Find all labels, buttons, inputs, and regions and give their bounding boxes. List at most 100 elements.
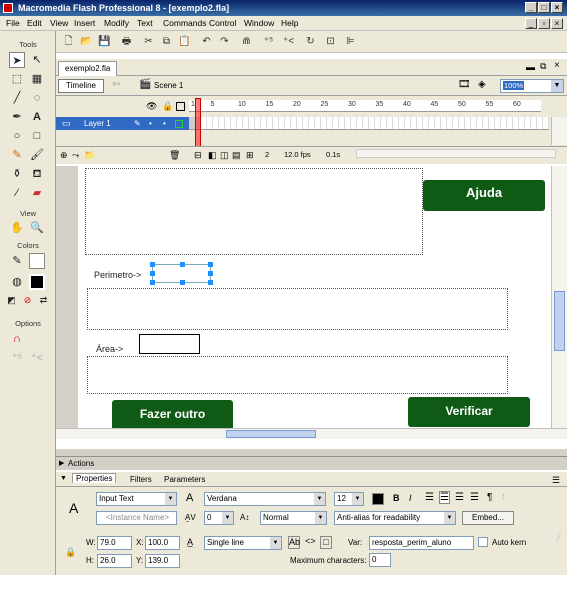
actions-label[interactable]: Actions	[68, 459, 94, 468]
panel-splitter[interactable]	[56, 449, 567, 456]
tab-restore-icon[interactable]: ⧉	[540, 61, 546, 72]
align-icon[interactable]: ⊫	[344, 35, 357, 48]
no-stroke-swatch-icon[interactable]	[29, 253, 45, 269]
paragraph-icon[interactable]: ¶	[487, 492, 492, 503]
minimize-icon[interactable]: _	[525, 2, 537, 13]
italic-icon[interactable]: I	[409, 493, 412, 503]
fazer-outro-button[interactable]: Fazer outro	[112, 400, 233, 430]
menu-help[interactable]: Help	[281, 18, 298, 28]
back-arrow-icon[interactable]: ⇦	[112, 79, 120, 90]
black-white-icon[interactable]: ◩	[5, 294, 18, 307]
font-dropdown[interactable]: Verdana ▼	[204, 492, 326, 506]
zoom-dropdown[interactable]: 100% ▼	[500, 79, 564, 93]
eraser-tool-icon[interactable]: ▰	[29, 185, 45, 201]
free-transform-tool-icon[interactable]: ⬚	[9, 71, 25, 87]
text-type-dropdown[interactable]: Input Text ▼	[96, 492, 177, 506]
center-frame-icon[interactable]: ⊟	[194, 150, 202, 161]
tab-parameters[interactable]: Parameters	[164, 475, 205, 484]
lock-proportions-icon[interactable]: 🔒	[65, 547, 76, 558]
cut-icon[interactable]: ✂	[142, 35, 155, 48]
show-border-icon[interactable]: □	[320, 536, 332, 549]
doc-close-icon[interactable]: ×	[551, 18, 563, 29]
layer-lock-dot[interactable]: •	[163, 117, 166, 130]
smooth-option-icon[interactable]: ⁺⁵	[9, 350, 25, 366]
layer-name[interactable]: Layer 1	[84, 117, 111, 130]
letter-spacing-field[interactable]: 0 ▼	[204, 511, 234, 525]
menu-view[interactable]: View	[50, 18, 68, 28]
layer-row[interactable]: ▭ Layer 1 ✎ • •	[56, 117, 189, 130]
selectable-icon[interactable]: Ab	[288, 536, 300, 549]
dynamic-text-box-perimetro[interactable]	[87, 288, 508, 330]
pencil-tool-icon[interactable]: ✎	[9, 147, 25, 163]
print-icon[interactable]: 🖶	[120, 35, 133, 48]
frame-rate[interactable]: 12.0 fps	[284, 150, 311, 159]
eyedropper-tool-icon[interactable]: ⁄	[9, 185, 25, 201]
anti-alias-dropdown[interactable]: Anti-alias for readability ▼	[334, 511, 456, 525]
save-icon[interactable]: 💾	[98, 35, 111, 48]
no-color-icon[interactable]: ⊘	[21, 294, 34, 307]
area-input-field[interactable]	[139, 334, 200, 354]
dynamic-text-box-top[interactable]	[85, 168, 423, 255]
character-position-dropdown[interactable]: Normal ▼	[260, 511, 327, 525]
outline-icon[interactable]	[176, 102, 185, 111]
stroke-color-icon[interactable]: ✎	[9, 253, 25, 269]
actions-panel-header[interactable]: ▶ Actions	[56, 456, 567, 470]
stage[interactable]: Ajuda Perimetro-> Área-> Fazer outro Ver…	[78, 166, 551, 430]
close-icon[interactable]: ×	[551, 2, 563, 13]
copy-icon[interactable]: ⧉	[160, 35, 173, 48]
new-file-icon[interactable]: 🗋	[62, 35, 75, 48]
oval-tool-icon[interactable]: ○	[9, 128, 25, 144]
edit-multiple-frames-icon[interactable]: ▤	[232, 150, 241, 161]
doc-minimize-icon[interactable]: _	[525, 18, 537, 29]
zoom-chevron-icon[interactable]: ▼	[551, 80, 563, 92]
smooth-icon[interactable]: ⁺⁵	[262, 35, 275, 48]
edit-scene-icon[interactable]: 🎞	[458, 79, 471, 90]
variable-field[interactable]: resposta_perim_aluno	[369, 536, 474, 550]
tab-close-icon[interactable]: ×	[554, 60, 560, 71]
scene-label[interactable]: Scene 1	[154, 81, 183, 90]
onion-outlines-icon[interactable]: ◫	[220, 150, 229, 161]
frame-ruler[interactable]: 1 5 10 15 20 25 30 35 40 45 50 55 60	[189, 100, 541, 112]
snap-magnet-icon[interactable]: ⋒	[240, 35, 253, 48]
help-icon[interactable]: ❔	[551, 533, 563, 544]
straighten-option-icon[interactable]: ⁺<	[29, 350, 45, 366]
stage-hscroll-thumb[interactable]	[226, 430, 316, 438]
timeline-vscroll[interactable]	[551, 117, 567, 145]
stage-vscroll-thumb[interactable]	[554, 291, 565, 351]
scale-icon[interactable]: ⊡	[324, 35, 337, 48]
menu-control[interactable]: Control	[209, 18, 236, 28]
doc-restore-icon[interactable]: ▫	[538, 18, 550, 29]
align-left-icon[interactable]: ☰	[425, 492, 434, 503]
pen-tool-icon[interactable]: ✒	[9, 109, 25, 125]
timeline-hscroll[interactable]	[356, 149, 556, 158]
edit-symbols-icon[interactable]: ◈	[478, 79, 486, 90]
redo-icon[interactable]: ↷	[218, 35, 231, 48]
menu-modify[interactable]: Modify	[104, 18, 129, 28]
render-html-icon[interactable]: <>	[305, 536, 316, 546]
rotate-icon[interactable]: ↻	[304, 35, 317, 48]
perimetro-input-field[interactable]	[150, 262, 213, 285]
stage-hscroll[interactable]	[56, 428, 567, 439]
text-tool-icon[interactable]: A	[29, 109, 45, 125]
height-field[interactable]: 26.0	[97, 554, 132, 568]
open-file-icon[interactable]: 📂	[80, 35, 93, 48]
bold-icon[interactable]: B	[393, 493, 400, 503]
tab-properties[interactable]: Properties	[72, 473, 117, 483]
layer-outline-swatch[interactable]	[175, 120, 183, 128]
eye-icon[interactable]: 👁	[146, 101, 157, 112]
line-type-dropdown[interactable]: Single line ▼	[204, 536, 282, 550]
font-size-field[interactable]: 12 ▼	[334, 492, 364, 506]
motion-guide-icon[interactable]: ⤳	[72, 150, 79, 161]
menu-edit[interactable]: Edit	[27, 18, 42, 28]
align-right-icon[interactable]: ☰	[455, 492, 464, 503]
justify-icon[interactable]: ☰	[470, 492, 479, 503]
fill-transform-tool-icon[interactable]: ▦	[29, 71, 45, 87]
x-field[interactable]: 100.0	[145, 536, 180, 550]
menu-window[interactable]: Window	[244, 18, 274, 28]
panel-options-icon[interactable]: ☰	[552, 475, 560, 486]
verificar-button[interactable]: Verificar	[408, 397, 530, 427]
dynamic-text-box-area[interactable]	[87, 356, 508, 394]
frames-area[interactable]	[189, 117, 549, 130]
expand-arrow-icon[interactable]: ▶	[59, 457, 64, 470]
fill-color-icon[interactable]: ◍	[9, 274, 25, 290]
